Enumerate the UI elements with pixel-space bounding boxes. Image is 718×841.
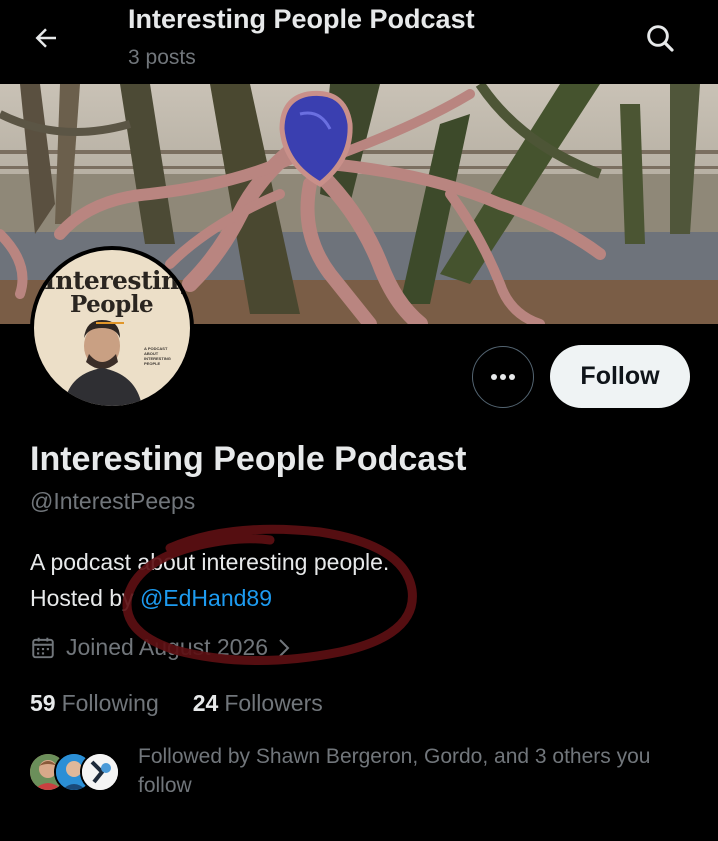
calendar-icon bbox=[30, 635, 56, 661]
post-count: 3 posts bbox=[128, 46, 196, 69]
following-label: Following bbox=[61, 690, 159, 716]
profile-avatar[interactable]: Interesting People A PODCAST ABOUT INTER… bbox=[30, 246, 194, 410]
avatar-tagline: A PODCAST ABOUT INTERESTING PEOPLE bbox=[144, 346, 171, 366]
header-title: Interesting People Podcast bbox=[128, 4, 475, 34]
joined-date-text: Joined August 2026 bbox=[66, 634, 269, 660]
bio-line-2: Hosted by @EdHand89 bbox=[30, 580, 389, 616]
followed-by-avatars[interactable] bbox=[28, 752, 120, 794]
top-bar: Interesting People Podcast 3 posts bbox=[0, 0, 718, 84]
follow-stats: 59 Following 24 Followers bbox=[30, 690, 323, 717]
follow-button[interactable]: Follow bbox=[550, 345, 690, 408]
host-mention-link[interactable]: @EdHand89 bbox=[140, 585, 272, 611]
bio-line-1: A podcast about interesting people. bbox=[30, 549, 390, 575]
back-button[interactable] bbox=[26, 18, 66, 58]
profile-display-name: Interesting People Podcast bbox=[30, 440, 467, 478]
profile-handle: @InterestPeeps bbox=[30, 488, 196, 514]
followed-by-text[interactable]: Followed by Shawn Bergeron, Gordo, and 3… bbox=[138, 742, 698, 800]
search-button[interactable] bbox=[638, 16, 682, 60]
followers-count: 24 bbox=[192, 690, 219, 716]
following-stat[interactable]: 59 Following bbox=[30, 690, 159, 717]
following-count: 59 bbox=[30, 690, 56, 716]
followers-label: Followers bbox=[224, 690, 323, 716]
search-icon bbox=[647, 25, 674, 52]
avatar bbox=[80, 752, 120, 792]
more-options-button[interactable] bbox=[472, 346, 534, 408]
followers-stat[interactable]: 24 Followers bbox=[193, 690, 323, 717]
back-arrow-icon bbox=[35, 28, 56, 48]
profile-bio: A podcast about interesting people. Host… bbox=[30, 544, 389, 616]
more-dots-icon bbox=[491, 374, 515, 380]
bio-hosted-by: Hosted by bbox=[30, 585, 140, 611]
joined-date-row[interactable]: Joined August 2026 bbox=[30, 634, 292, 661]
avatar-title-line2: People bbox=[70, 291, 154, 318]
chevron-right-icon bbox=[276, 637, 292, 659]
